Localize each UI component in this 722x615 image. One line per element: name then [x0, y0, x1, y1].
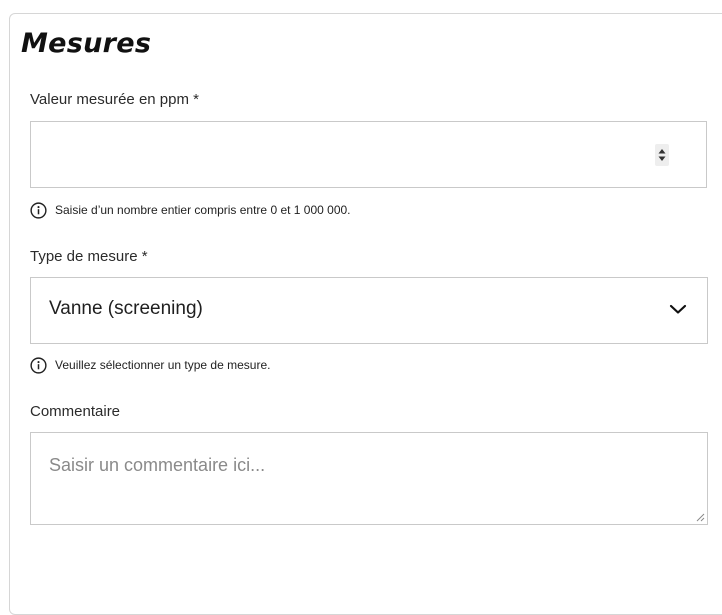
info-circle-icon: [30, 356, 47, 374]
ppm-label: Valeur mesurée en ppm *: [30, 91, 199, 108]
comment-placeholder: Saisir un commentaire ici...: [49, 455, 266, 475]
chevron-down-icon: [669, 304, 687, 314]
comment-label: Commentaire: [30, 403, 121, 420]
ppm-input[interactable]: [30, 121, 707, 188]
measure-type-label: Type de mesure *: [30, 248, 148, 265]
ppm-hint-text: Saisie d’un nombre entier compris entre …: [55, 203, 351, 217]
measure-type-select[interactable]: Vanne (screening): [30, 277, 708, 344]
resize-handle-icon[interactable]: [695, 512, 705, 522]
ppm-hint: Saisie d’un nombre entier compris entre …: [30, 200, 351, 220]
measure-type-value: Vanne (screening): [49, 298, 203, 319]
measure-type-hint: Veuillez sélectionner un type de mesure.: [30, 355, 270, 375]
section-title: Mesures: [21, 28, 152, 59]
number-spinner[interactable]: [655, 144, 669, 166]
comment-textarea[interactable]: Saisir un commentaire ici...: [30, 432, 708, 525]
measure-type-hint-text: Veuillez sélectionner un type de mesure.: [55, 358, 271, 372]
spinner-arrows-icon: [658, 149, 666, 161]
info-circle-icon: [30, 201, 47, 219]
